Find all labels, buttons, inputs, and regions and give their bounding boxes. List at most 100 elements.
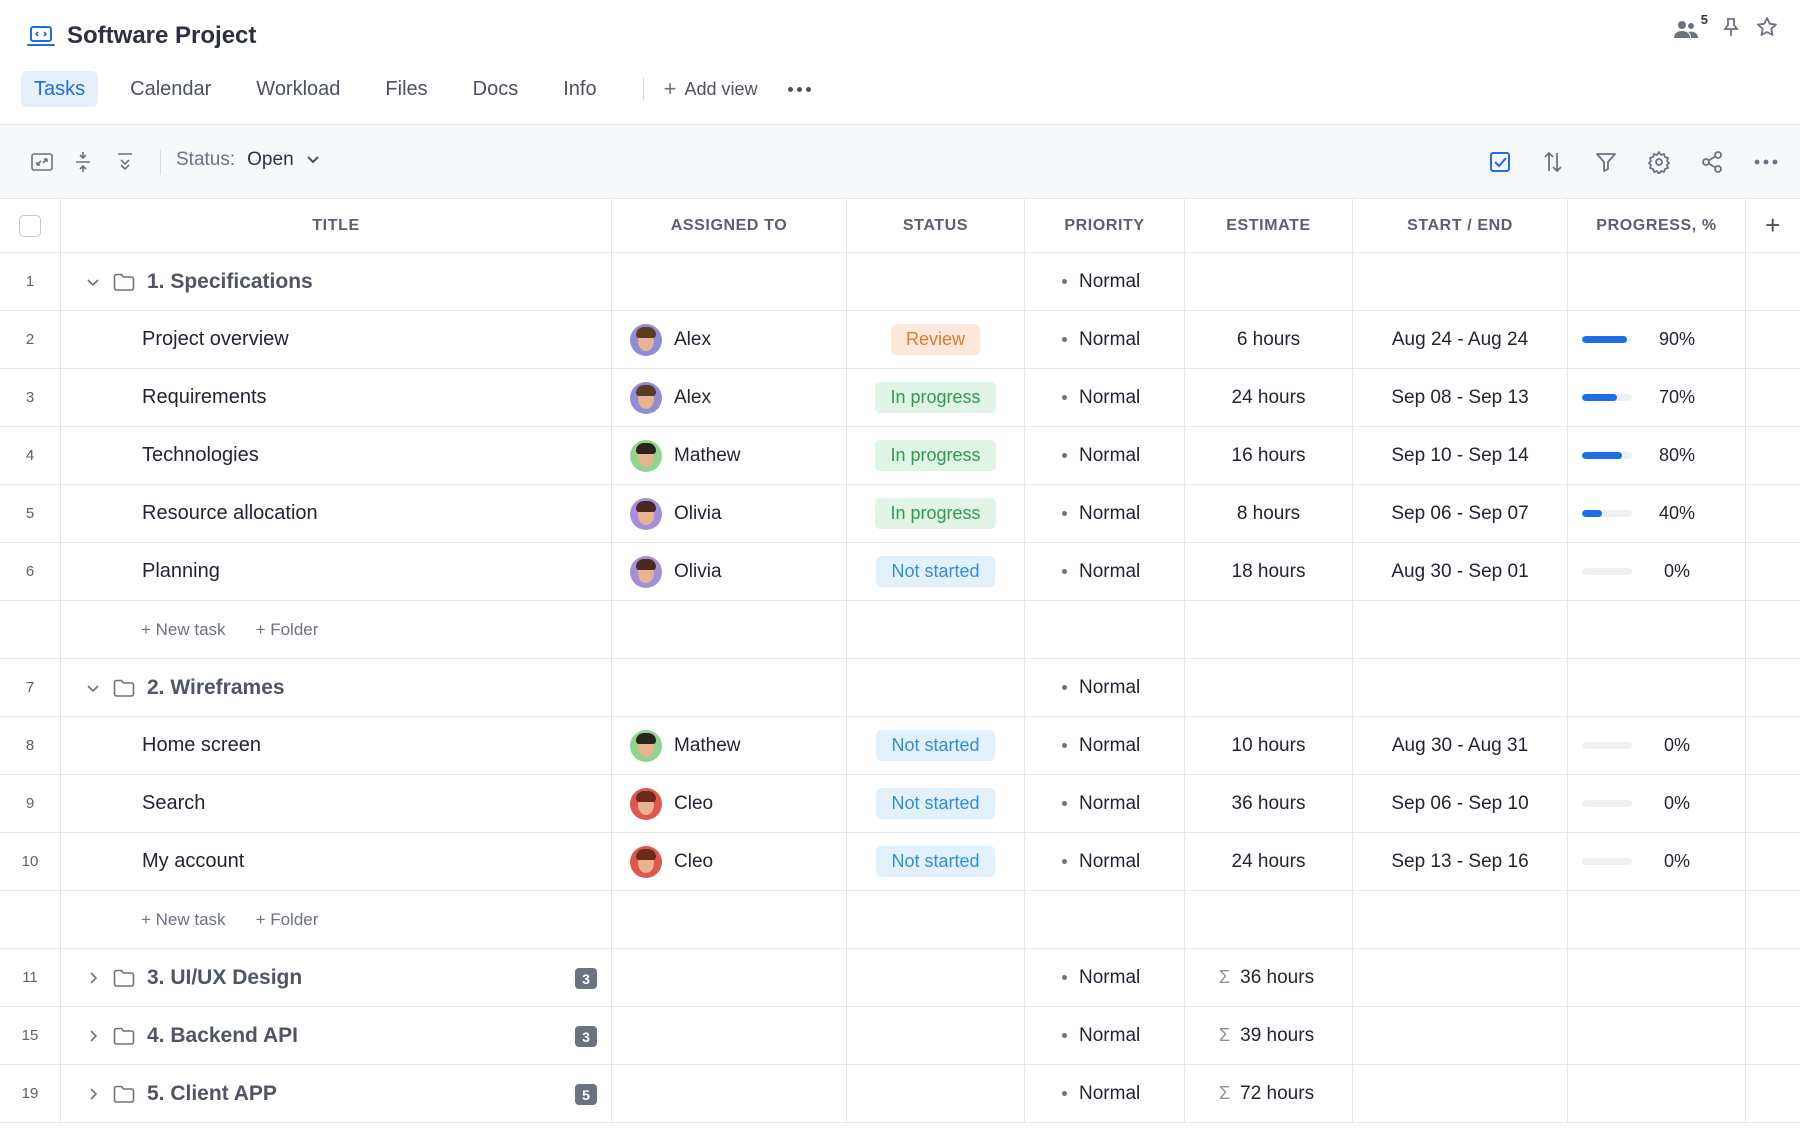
status-badge[interactable]: Not started (876, 556, 995, 587)
progress-cell[interactable]: 80% (1568, 445, 1745, 466)
task-title[interactable]: Technologies (61, 444, 259, 467)
chevron-right-icon[interactable] (85, 1086, 101, 1102)
date-range[interactable]: Sep 08 - Sep 13 (1391, 387, 1528, 409)
estimate-value[interactable]: 8 hours (1237, 503, 1300, 525)
chevron-down-icon[interactable] (85, 274, 101, 290)
pin-icon[interactable] (1720, 16, 1742, 38)
add-column-button[interactable]: + (1765, 210, 1781, 241)
more-views-icon[interactable] (787, 86, 811, 92)
column-header-start-end[interactable]: START / END (1353, 199, 1568, 252)
tab-calendar[interactable]: Calendar (117, 71, 224, 107)
task-title[interactable]: Planning (61, 560, 220, 583)
progress-cell[interactable]: 70% (1568, 387, 1745, 408)
date-range[interactable]: Aug 30 - Aug 31 (1392, 735, 1528, 757)
priority-cell[interactable]: Normal (1025, 677, 1140, 699)
task-title[interactable]: Requirements (61, 386, 267, 409)
assignee-cell[interactable]: Olivia (612, 555, 722, 588)
status-badge[interactable]: Not started (876, 846, 995, 877)
folder-name[interactable]: 3. UI/UX Design (147, 966, 302, 990)
filter-icon[interactable] (1594, 150, 1618, 174)
checklist-icon[interactable] (1488, 150, 1512, 174)
priority-cell[interactable]: Normal (1025, 329, 1140, 351)
assignee-cell[interactable]: Cleo (612, 845, 713, 878)
select-all-checkbox[interactable] (19, 214, 41, 237)
assignee-cell[interactable]: Cleo (612, 787, 713, 820)
status-badge[interactable]: In progress (875, 498, 996, 529)
estimate-value[interactable]: 16 hours (1232, 445, 1306, 467)
status-badge[interactable]: In progress (875, 440, 996, 471)
column-header-status[interactable]: STATUS (847, 199, 1025, 252)
new-folder-link[interactable]: + Folder (256, 620, 319, 640)
new-task-link[interactable]: + New task (141, 910, 226, 930)
priority-cell[interactable]: Normal (1025, 445, 1140, 467)
settings-gear-icon[interactable] (1647, 150, 1671, 174)
priority-cell[interactable]: Normal (1025, 851, 1140, 873)
column-header-assigned[interactable]: ASSIGNED TO (612, 199, 847, 252)
expand-all-icon[interactable] (113, 150, 137, 174)
progress-cell[interactable]: 90% (1568, 329, 1745, 350)
column-header-estimate[interactable]: ESTIMATE (1185, 199, 1353, 252)
column-header-progress[interactable]: PROGRESS, % (1568, 199, 1746, 252)
collapse-all-icon[interactable] (71, 150, 95, 174)
column-header-title[interactable]: TITLE (61, 199, 612, 252)
more-options-icon[interactable] (1753, 150, 1779, 174)
priority-cell[interactable]: Normal (1025, 561, 1140, 583)
date-range[interactable]: Aug 24 - Aug 24 (1392, 329, 1528, 351)
tab-tasks[interactable]: Tasks (21, 71, 99, 107)
sort-icon[interactable] (1541, 150, 1565, 174)
folder-name[interactable]: 4. Backend API (147, 1024, 298, 1048)
new-task-link[interactable]: + New task (141, 620, 226, 640)
date-range[interactable]: Sep 13 - Sep 16 (1391, 851, 1528, 873)
priority-cell[interactable]: Normal (1025, 793, 1140, 815)
task-title[interactable]: Search (61, 792, 205, 815)
progress-cell[interactable]: 40% (1568, 503, 1745, 524)
priority-cell[interactable]: Normal (1025, 967, 1140, 989)
date-range[interactable]: Sep 06 - Sep 10 (1391, 793, 1528, 815)
tab-docs[interactable]: Docs (460, 71, 532, 107)
estimate-value[interactable]: 24 hours (1232, 387, 1306, 409)
assignee-cell[interactable]: Olivia (612, 497, 722, 530)
progress-cell[interactable]: 0% (1568, 851, 1745, 872)
status-badge[interactable]: Review (890, 324, 981, 355)
chevron-right-icon[interactable] (85, 1028, 101, 1044)
tab-files[interactable]: Files (372, 71, 440, 107)
column-header-priority[interactable]: PRIORITY (1025, 199, 1185, 252)
chevron-right-icon[interactable] (85, 970, 101, 986)
status-badge[interactable]: In progress (875, 382, 996, 413)
task-title[interactable]: Home screen (61, 734, 261, 757)
priority-cell[interactable]: Normal (1025, 1083, 1140, 1105)
folder-name[interactable]: 2. Wireframes (147, 676, 285, 700)
task-title[interactable]: Project overview (61, 328, 289, 351)
star-icon[interactable] (1756, 16, 1778, 38)
progress-cell[interactable]: 0% (1568, 735, 1745, 756)
task-title[interactable]: Resource allocation (61, 502, 318, 525)
members-button[interactable]: 5 (1674, 12, 1708, 40)
assignee-cell[interactable]: Alex (612, 323, 711, 356)
folder-name[interactable]: 1. Specifications (147, 270, 313, 294)
priority-cell[interactable]: Normal (1025, 387, 1140, 409)
date-range[interactable]: Sep 06 - Sep 07 (1391, 503, 1528, 525)
date-range[interactable]: Sep 10 - Sep 14 (1391, 445, 1528, 467)
estimate-value[interactable]: 36 hours (1232, 793, 1306, 815)
folder-name[interactable]: 5. Client APP (147, 1082, 277, 1106)
priority-cell[interactable]: Normal (1025, 735, 1140, 757)
assignee-cell[interactable]: Alex (612, 381, 711, 414)
date-range[interactable]: Aug 30 - Sep 01 (1391, 561, 1528, 583)
chevron-down-icon[interactable] (85, 680, 101, 696)
assignee-cell[interactable]: Mathew (612, 729, 741, 762)
priority-cell[interactable]: Normal (1025, 1025, 1140, 1047)
expand-view-icon[interactable] (30, 150, 54, 174)
priority-cell[interactable]: Normal (1025, 503, 1140, 525)
progress-cell[interactable]: 0% (1568, 793, 1745, 814)
estimate-value[interactable]: 6 hours (1237, 329, 1300, 351)
task-title[interactable]: My account (61, 850, 244, 873)
tab-workload[interactable]: Workload (243, 71, 353, 107)
estimate-value[interactable]: 24 hours (1232, 851, 1306, 873)
status-badge[interactable]: Not started (876, 788, 995, 819)
add-view-button[interactable]: + Add view (664, 76, 758, 102)
estimate-value[interactable]: 10 hours (1232, 735, 1306, 757)
priority-cell[interactable]: Normal (1025, 271, 1140, 293)
estimate-value[interactable]: 18 hours (1232, 561, 1306, 583)
tab-info[interactable]: Info (550, 71, 609, 107)
status-badge[interactable]: Not started (876, 730, 995, 761)
